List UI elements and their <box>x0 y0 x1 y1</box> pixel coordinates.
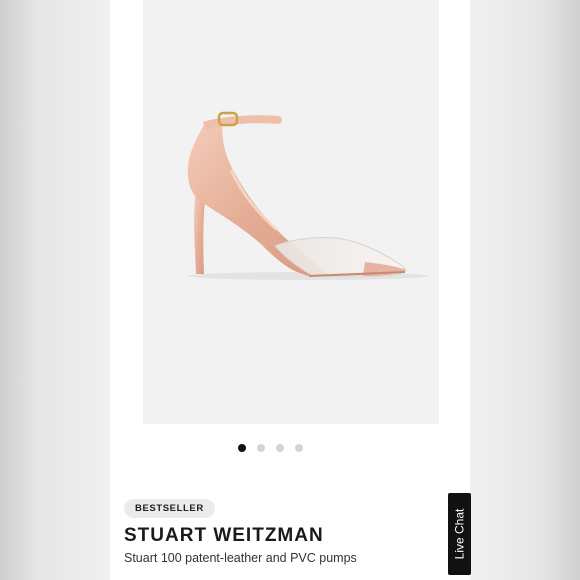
bestseller-badge: BESTSELLER <box>124 499 215 518</box>
carousel-dot-2[interactable] <box>256 444 265 452</box>
carousel-dot-1[interactable] <box>237 444 246 452</box>
image-carousel-dots <box>110 444 470 454</box>
blurred-background-left <box>0 0 110 580</box>
carousel-dot-3[interactable] <box>275 444 284 452</box>
product-image[interactable] <box>143 0 439 424</box>
product-name: Stuart 100 patent-leather and PVC pumps <box>124 551 357 565</box>
blurred-background-right <box>470 0 580 580</box>
carousel-dot-4[interactable] <box>294 444 303 452</box>
live-chat-label: Live Chat <box>452 508 467 560</box>
shoe-illustration <box>187 111 428 280</box>
live-chat-button[interactable]: Live Chat <box>448 493 471 575</box>
product-page: BESTSELLER STUART WEITZMAN Stuart 100 pa… <box>110 0 470 580</box>
brand-name[interactable]: STUART WEITZMAN <box>124 525 324 547</box>
